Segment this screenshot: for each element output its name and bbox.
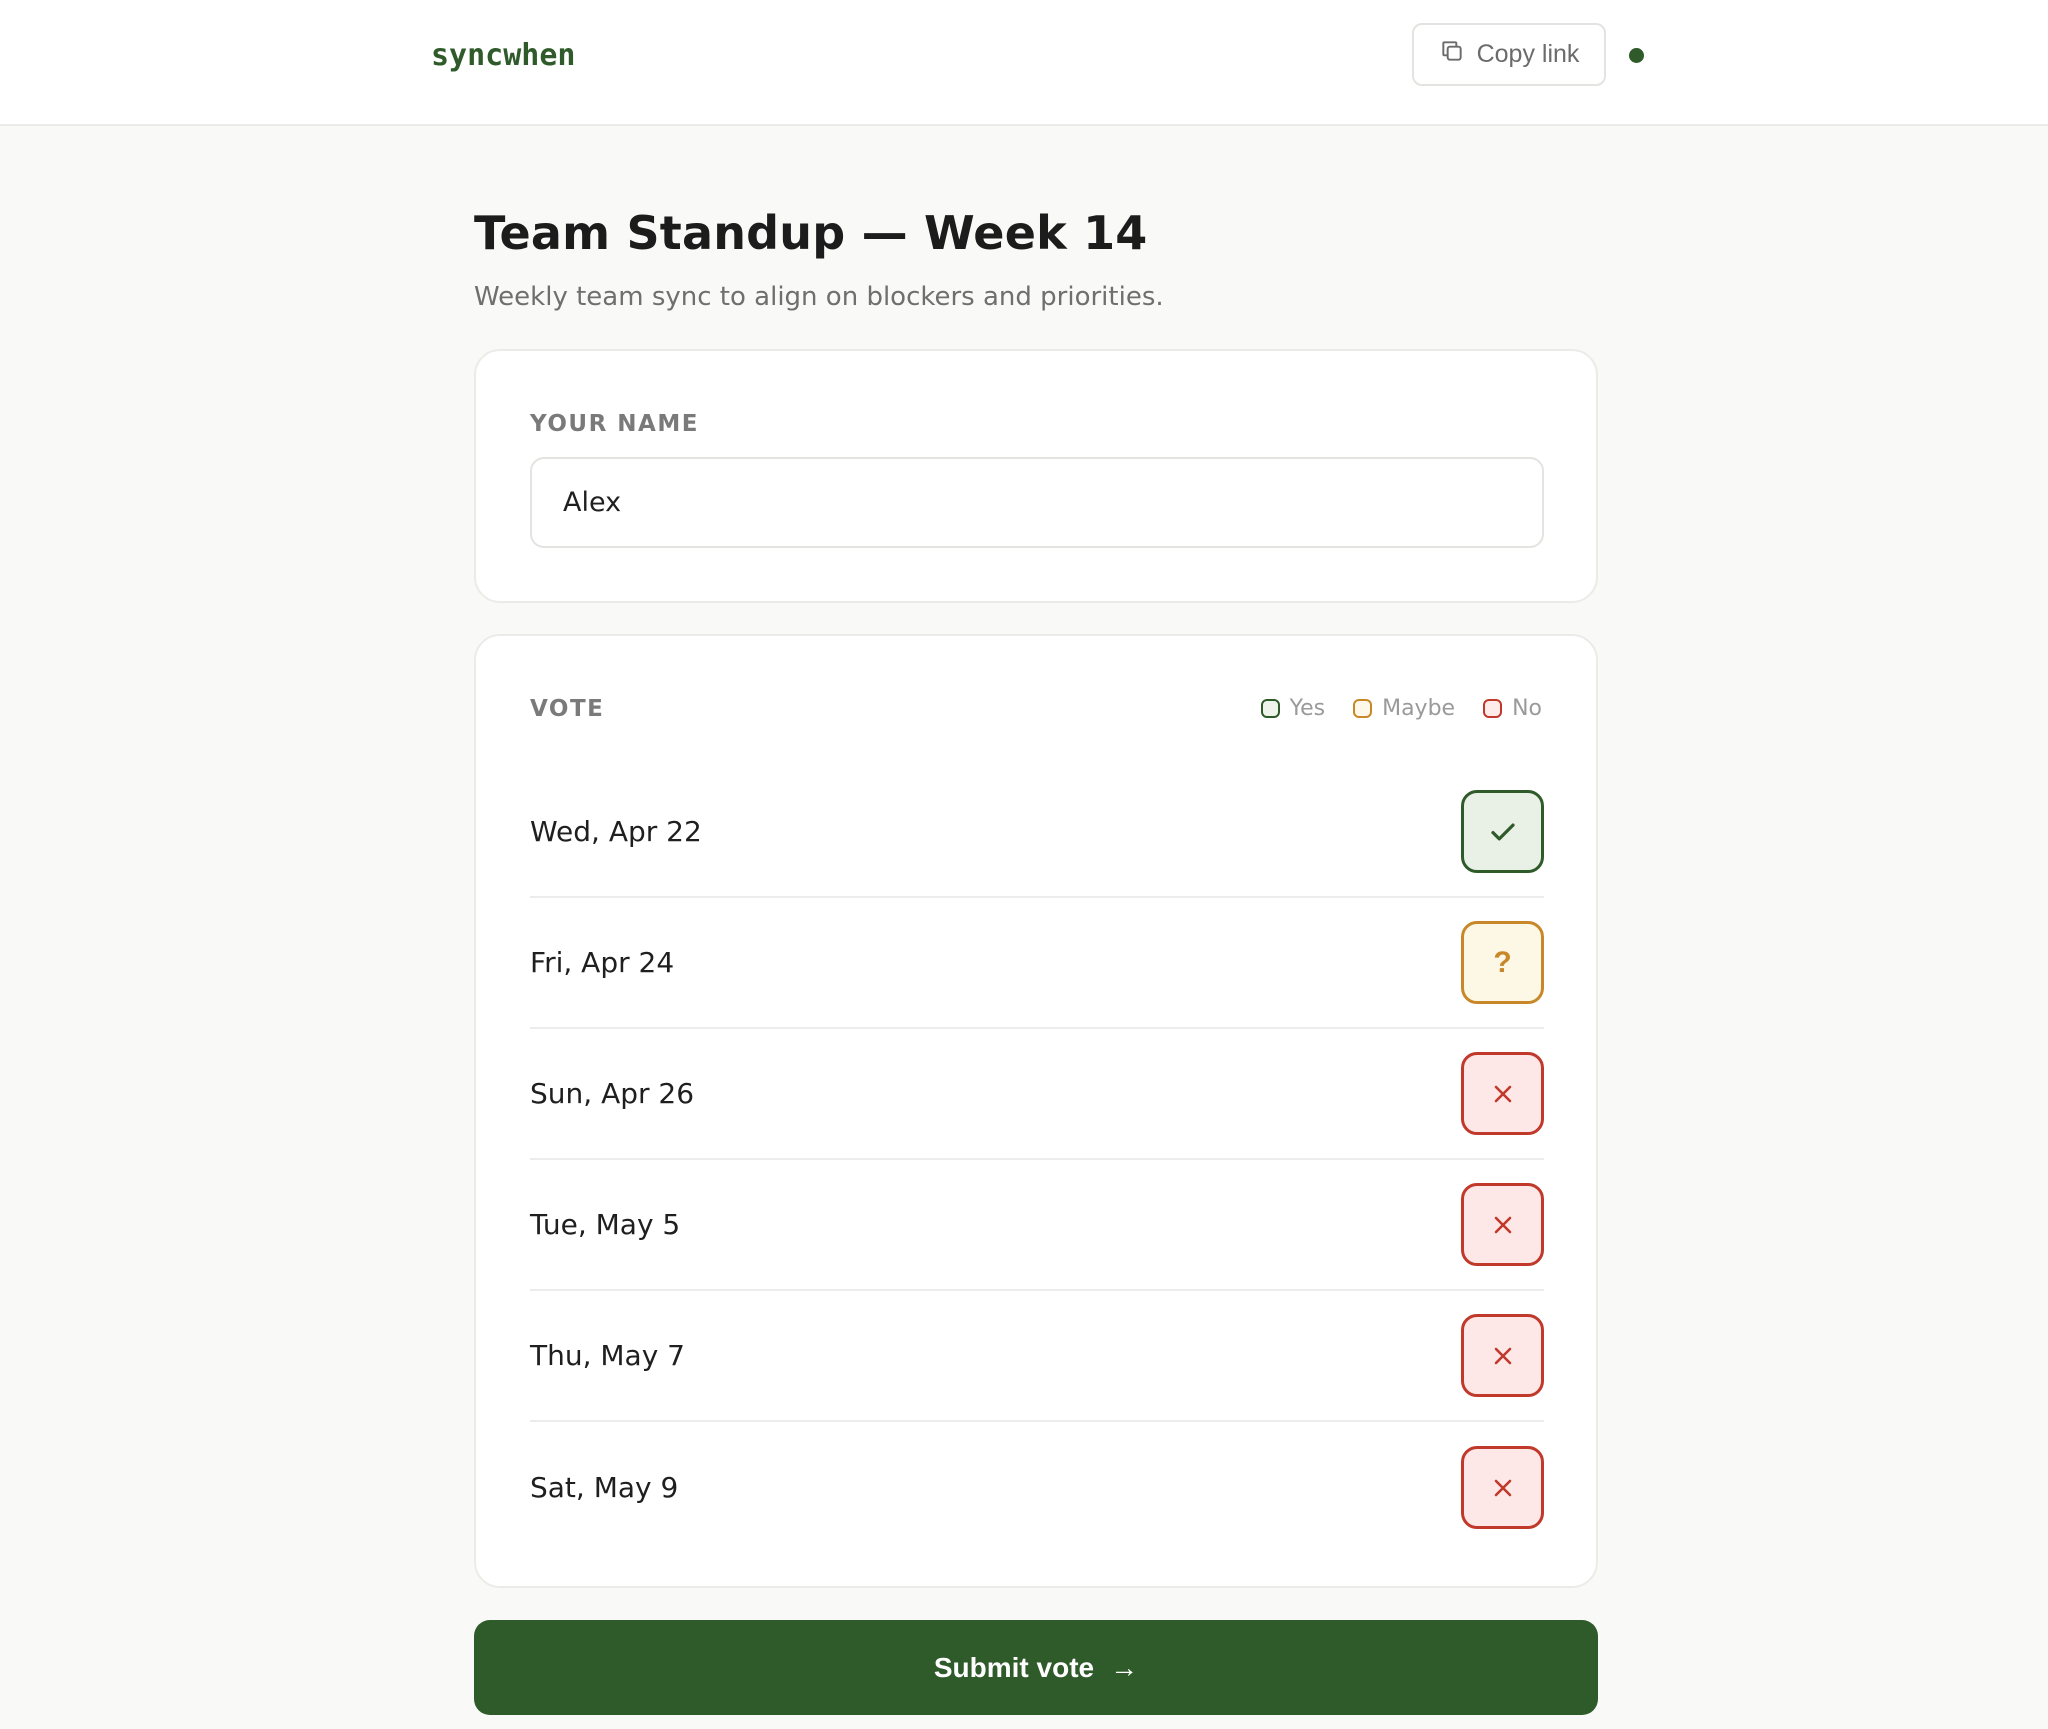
date-option-label: Sun, Apr 26 — [530, 1077, 695, 1110]
date-option-label: Sat, May 9 — [530, 1471, 679, 1504]
date-option-row: Fri, Apr 24 ? — [530, 898, 1544, 1029]
vote-section-label: VOTE — [530, 696, 605, 722]
date-option-row: Sun, Apr 26 — [530, 1029, 1544, 1160]
name-section-label: YOUR NAME — [530, 411, 699, 437]
copy-icon — [1439, 38, 1465, 71]
copy-link-label: Copy link — [1476, 40, 1580, 68]
legend-no: No — [1483, 696, 1542, 721]
date-option-row: Sat, May 9 — [530, 1422, 1544, 1553]
no-swatch-icon — [1483, 699, 1503, 718]
legend-no-label: No — [1512, 696, 1542, 721]
poll-description: Weekly team sync to align on blockers an… — [474, 282, 1164, 312]
legend-yes-label: Yes — [1289, 696, 1326, 721]
connection-status-dot — [1629, 48, 1644, 63]
date-option-label: Tue, May 5 — [530, 1208, 681, 1241]
date-option-row: Tue, May 5 — [530, 1160, 1544, 1291]
close-x-icon — [1494, 1216, 1511, 1233]
arrow-right-icon: → — [1110, 1651, 1139, 1683]
vote-toggle-no-button[interactable] — [1461, 1183, 1544, 1266]
legend-maybe-label: Maybe — [1382, 696, 1456, 721]
poll-title: Team Standup — Week 14 — [474, 206, 1148, 260]
close-x-icon — [1494, 1347, 1511, 1364]
vote-card: VOTE Yes Maybe No Wed, Apr 22 Fri, Apr 2… — [474, 634, 1598, 1588]
name-input[interactable] — [530, 457, 1544, 548]
maybe-swatch-icon — [1353, 699, 1373, 718]
vote-toggle-no-button[interactable] — [1461, 1052, 1544, 1135]
yes-swatch-icon — [1260, 699, 1280, 718]
submit-vote-label: Submit vote — [933, 1651, 1095, 1683]
legend-yes: Yes — [1260, 696, 1326, 721]
close-x-icon — [1494, 1479, 1511, 1496]
copy-link-button[interactable]: Copy link — [1412, 23, 1606, 86]
vote-legend: Yes Maybe No — [1260, 696, 1542, 721]
vote-toggle-no-button[interactable] — [1461, 1314, 1544, 1397]
vote-toggle-no-button[interactable] — [1461, 1446, 1544, 1529]
date-option-list: Wed, Apr 22 Fri, Apr 24 ? Sun, Apr 26 Tu… — [530, 767, 1544, 1553]
name-card: YOUR NAME — [474, 349, 1598, 603]
legend-maybe: Maybe — [1353, 696, 1455, 721]
vote-toggle-maybe-button[interactable]: ? — [1461, 921, 1544, 1004]
date-option-label: Wed, Apr 22 — [530, 815, 702, 848]
app-logo[interactable]: syncwhen — [431, 38, 576, 73]
date-option-row: Thu, May 7 — [530, 1291, 1544, 1422]
submit-vote-button[interactable]: Submit vote → — [474, 1620, 1598, 1715]
checkmark-icon — [1490, 823, 1515, 840]
top-bar: syncwhen Copy link — [0, 0, 2048, 126]
question-mark-icon: ? — [1493, 945, 1512, 979]
date-option-label: Fri, Apr 24 — [530, 946, 675, 979]
vote-toggle-yes-button[interactable] — [1461, 790, 1544, 873]
close-x-icon — [1494, 1085, 1511, 1102]
date-option-label: Thu, May 7 — [530, 1339, 685, 1372]
date-option-row: Wed, Apr 22 — [530, 767, 1544, 898]
